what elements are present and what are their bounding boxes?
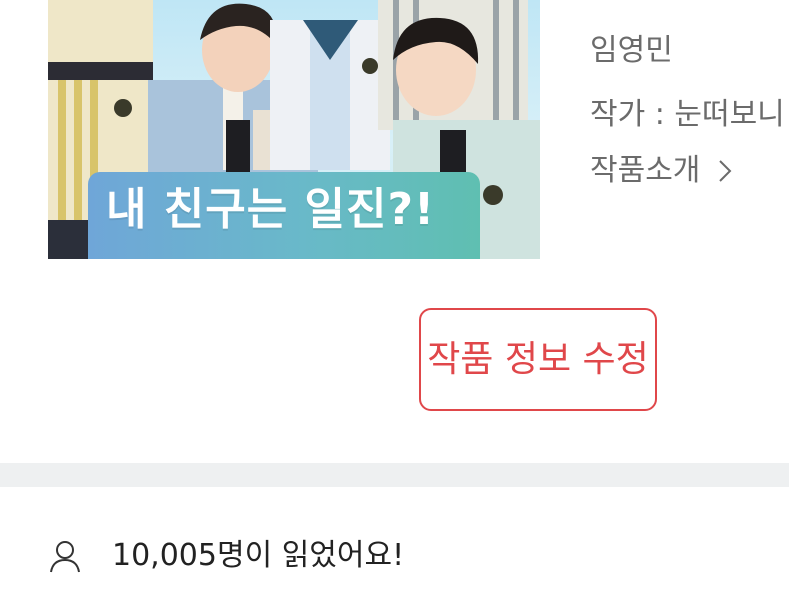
section-divider xyxy=(0,463,789,487)
cover-image[interactable]: 내 친구는 일진?! xyxy=(48,0,540,259)
edit-work-info-label: 작품 정보 수정 xyxy=(427,338,649,380)
author-line: 작가 : 눈떠보니 xyxy=(590,97,785,132)
edit-work-info-button[interactable]: 작품 정보 수정 xyxy=(419,308,657,411)
work-intro-link[interactable]: 작품소개 xyxy=(590,156,732,186)
work-name: 임영민 xyxy=(590,33,673,68)
cover-title: 내 친구는 일진?! xyxy=(106,184,436,235)
user-icon xyxy=(48,539,82,573)
work-intro-label: 작품소개 xyxy=(590,153,701,188)
work-info: 임영민 작가 : 눈떠보니 작품소개 xyxy=(590,0,789,260)
readers-count: 10,005명이 읽었어요! xyxy=(48,536,404,576)
chevron-right-icon xyxy=(718,159,732,183)
readers-count-text: 10,005명이 읽었어요! xyxy=(112,538,405,573)
